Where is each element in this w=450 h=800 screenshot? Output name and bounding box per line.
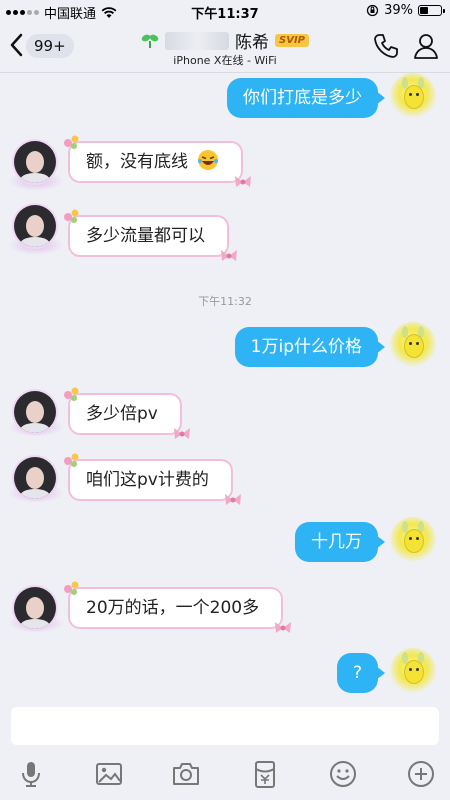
emoji-icon[interactable] [328,759,358,789]
orientation-lock-icon [366,4,379,17]
contact-avatar[interactable] [14,457,56,499]
status-bar: 中国联通 下午11:37 39% [0,0,450,22]
leaf-online-icon [141,34,159,48]
flower-decoration-icon [64,453,79,467]
flower-decoration-icon [64,387,79,401]
bow-decoration-icon [173,428,190,439]
incoming-message[interactable]: 20万的话，一个200多 [64,581,292,633]
battery-icon [418,5,445,16]
contact-avatar[interactable] [14,205,56,247]
message-text: 20万的话，一个200多 [86,598,260,618]
image-icon[interactable] [94,759,124,789]
input-toolbar [0,757,450,793]
microphone-icon[interactable] [16,759,46,789]
incoming-message[interactable]: 多少流量都可以 [64,209,237,261]
message-text: 额，没有底线 [86,152,188,172]
outgoing-message[interactable]: 1万ip什么价格 [234,327,386,367]
svip-badge: SVIP [275,34,309,47]
self-avatar[interactable] [390,73,436,119]
incoming-message[interactable]: 多少倍pv [64,387,190,439]
flower-decoration-icon [64,135,79,149]
self-avatar[interactable] [390,322,436,368]
input-panel [0,700,450,800]
message-timestamp: 下午11:32 [198,295,252,308]
flower-decoration-icon [64,209,79,223]
contact-avatar[interactable] [14,587,56,629]
incoming-message[interactable]: 额，没有底线 [64,135,252,187]
contact-name: 陈希 [235,33,269,53]
incoming-message[interactable]: 咱们这pv计费的 [64,453,241,505]
message-text: 多少倍pv [86,404,158,424]
plus-icon[interactable] [406,759,436,789]
self-avatar[interactable] [390,517,436,563]
blurred-nickname [165,31,229,50]
message-input[interactable] [11,707,439,745]
status-bar-right: 39% [366,3,445,18]
message-list[interactable]: 你们打底是多少 额，没有底线 多少流量都可以 下午11:32 1万ip什么价格 … [0,73,450,700]
outgoing-message[interactable]: ? [336,653,386,693]
bow-decoration-icon [224,494,241,505]
bow-decoration-icon [275,622,292,633]
bow-decoration-icon [235,176,252,187]
flower-decoration-icon [64,581,79,595]
bow-decoration-icon [221,250,237,261]
outgoing-message[interactable]: 十几万 [295,522,385,562]
laughing-crying-emoji-icon [198,150,219,170]
red-packet-icon[interactable] [250,759,280,789]
profile-icon[interactable] [412,32,440,60]
camera-icon[interactable] [171,759,201,789]
contact-avatar[interactable] [14,391,56,433]
message-text: 多少流量都可以 [86,226,205,246]
message-text: 咱们这pv计费的 [86,470,209,490]
chat-header: 99+ 陈希 SVIP iPhone X在线 - WiFi [0,22,450,73]
outgoing-message[interactable]: 你们打底是多少 [227,78,385,118]
self-avatar[interactable] [390,648,436,694]
contact-avatar[interactable] [14,141,56,183]
battery-percent: 39% [384,3,413,18]
phone-call-icon[interactable] [372,32,400,60]
